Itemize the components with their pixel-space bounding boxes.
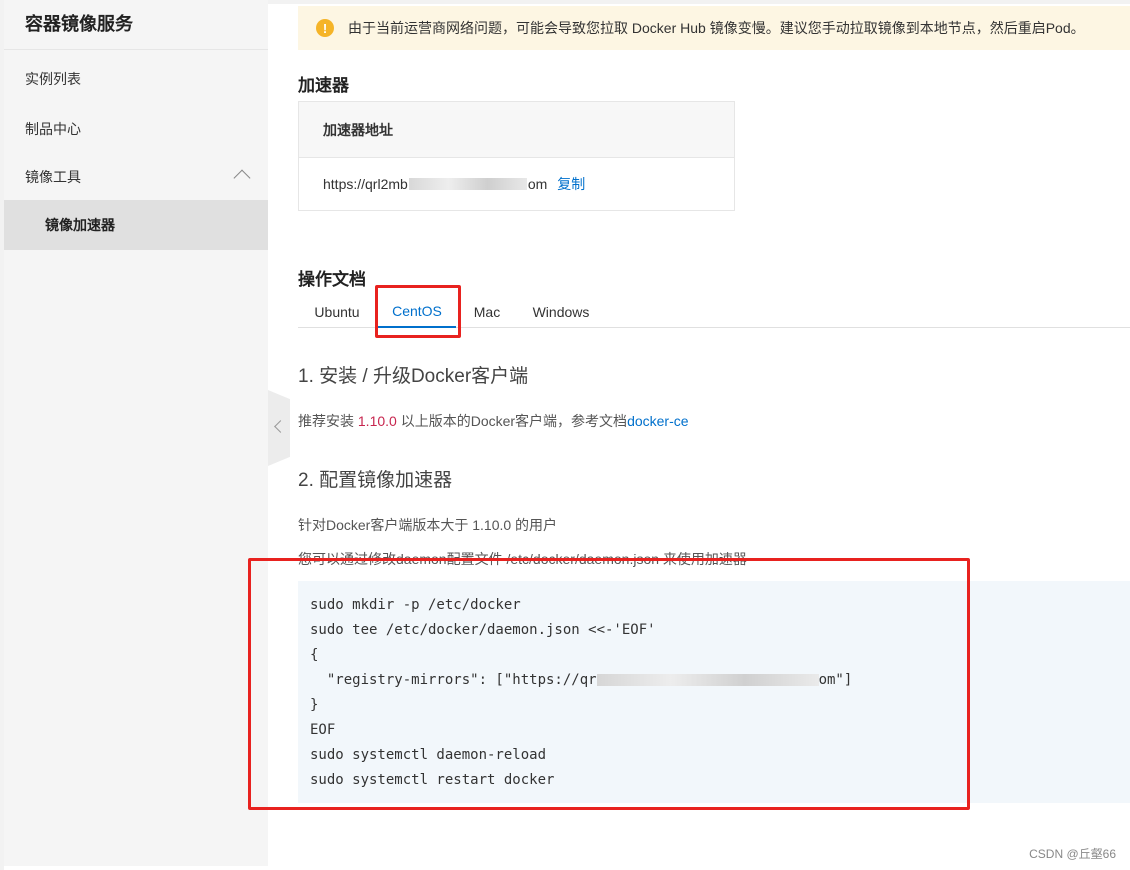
step2-line1: 针对Docker客户端版本大于 1.10.0 的用户 [298, 517, 558, 533]
sidebar-item-instances[interactable]: 实例列表 [4, 54, 268, 103]
sidebar-item-label: 镜像加速器 [45, 217, 115, 233]
code-highlight-box [248, 558, 970, 810]
sidebar-item-artifacts[interactable]: 制品中心 [4, 104, 268, 153]
accelerator-table: 加速器地址 https://qrl2mb om 复制 [298, 101, 735, 211]
chevron-left-icon [274, 420, 287, 433]
tab-windows[interactable]: Windows [522, 295, 600, 328]
step1-prefix: 推荐安装 [298, 413, 358, 429]
sidebar-item-image-tools[interactable]: 镜像工具 [4, 152, 268, 201]
docs-title: 操作文档 [298, 270, 366, 289]
tab-mac[interactable]: Mac [462, 295, 512, 328]
redacted-address [408, 178, 527, 190]
network-warning-alert: ! 由于当前运营商网络问题，可能会导致您拉取 Docker Hub 镜像变慢。建… [298, 6, 1130, 50]
tab-ubuntu[interactable]: Ubuntu [298, 295, 376, 328]
version-text: 1.10.0 [357, 413, 397, 429]
sidebar-collapse-handle[interactable] [268, 390, 290, 466]
sidebar-item-image-accelerator[interactable]: 镜像加速器 [4, 200, 268, 250]
alert-text: 由于当前运营商网络问题，可能会导致您拉取 Docker Hub 镜像变慢。建议您… [348, 20, 1085, 36]
sidebar-title: 容器镜像服务 [25, 14, 133, 34]
accelerator-title: 加速器 [298, 76, 349, 95]
sidebar: 容器镜像服务 实例列表 制品中心 镜像工具 镜像加速器 [4, 0, 268, 866]
sidebar-item-label: 制品中心 [25, 120, 81, 137]
accelerator-address-prefix: https://qrl2mb [323, 176, 408, 192]
watermark: CSDN @丘壑66 [1029, 847, 1116, 861]
step1-title: 1. 安装 / 升级Docker客户端 [298, 366, 529, 387]
sidebar-item-label: 实例列表 [25, 70, 81, 87]
step1-mid: 以上版本的Docker客户端，参考文档 [396, 413, 628, 429]
chevron-up-icon[interactable] [233, 169, 251, 187]
step2-title: 2. 配置镜像加速器 [298, 470, 453, 491]
sidebar-item-label: 镜像工具 [25, 168, 81, 185]
centos-highlight-box [375, 285, 461, 338]
accelerator-address-row: https://qrl2mb om 复制 [299, 158, 734, 210]
accelerator-column-header: 加速器地址 [299, 102, 734, 158]
warning-icon: ! [316, 19, 334, 37]
copy-link[interactable]: 复制 [557, 174, 585, 194]
accelerator-address-suffix: om [527, 176, 548, 192]
step1-text: 推荐安装 1.10.0 以上版本的Docker客户端，参考文档docker-ce [298, 411, 689, 431]
docker-ce-link[interactable]: docker-ce [627, 413, 688, 429]
sidebar-divider [4, 49, 268, 50]
